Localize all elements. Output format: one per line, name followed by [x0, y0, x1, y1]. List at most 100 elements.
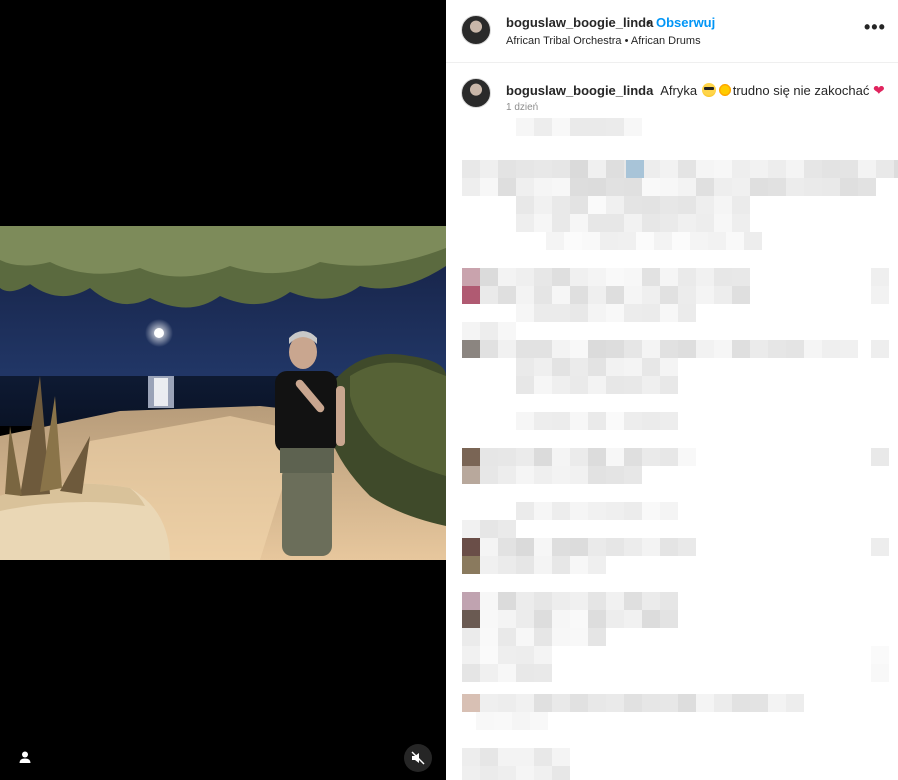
pixel-block — [678, 214, 696, 232]
pixel-block — [871, 664, 889, 682]
pixel-block — [624, 592, 642, 610]
pixel-block — [570, 466, 588, 484]
follow-button[interactable]: Obserwuj — [656, 15, 715, 30]
pixel-block — [606, 610, 624, 628]
pixel-block — [570, 412, 588, 430]
pixel-block — [606, 304, 624, 322]
pixel-block — [588, 412, 606, 430]
pixel-block — [534, 268, 552, 286]
pixel-block — [498, 448, 516, 466]
pixel-block — [480, 448, 498, 466]
pixel-block — [606, 376, 624, 394]
pixel-block — [660, 376, 678, 394]
pixel-block — [494, 712, 512, 730]
pixel-block — [516, 412, 534, 430]
pixel-block — [462, 340, 480, 358]
pixel-block — [642, 160, 660, 178]
pixel-block — [462, 268, 480, 286]
pixel-block — [768, 178, 786, 196]
caption-username[interactable]: boguslaw_boogie_linda — [506, 83, 653, 98]
pixel-block — [534, 448, 552, 466]
pixel-block — [744, 232, 762, 250]
pixel-block — [552, 358, 570, 376]
pixel-block — [570, 178, 588, 196]
pixel-block — [588, 178, 606, 196]
pixel-block — [714, 268, 732, 286]
pixel-block — [678, 538, 696, 556]
pixel-block — [534, 556, 552, 574]
pixel-block — [480, 520, 498, 538]
pixel-block — [498, 322, 516, 340]
pixel-block — [588, 448, 606, 466]
pixel-block — [570, 118, 588, 136]
pixel-block — [516, 358, 534, 376]
pixel-block — [570, 286, 588, 304]
pixel-block — [750, 160, 768, 178]
pixel-block — [498, 178, 516, 196]
pixel-block — [534, 214, 552, 232]
pixel-block — [678, 196, 696, 214]
pixel-block — [480, 628, 498, 646]
pixel-block — [480, 538, 498, 556]
pixel-block — [642, 214, 660, 232]
pixel-block — [480, 286, 498, 304]
pixel-block — [516, 694, 534, 712]
pixel-block — [462, 664, 480, 682]
pixel-block — [534, 610, 552, 628]
pixel-block — [606, 592, 624, 610]
pixel-block — [516, 664, 534, 682]
pixel-block — [570, 694, 588, 712]
caption-text-part1: Afryka — [660, 83, 697, 98]
pixel-block — [462, 628, 480, 646]
pixel-block — [462, 538, 480, 556]
audio-track-link[interactable]: African Tribal Orchestra • African Drums — [506, 35, 701, 47]
pixel-block — [606, 448, 624, 466]
pixel-block — [660, 448, 678, 466]
more-options-icon[interactable]: ••• — [864, 18, 886, 36]
post-media[interactable] — [0, 0, 446, 780]
pixel-block — [660, 412, 678, 430]
pixel-block — [552, 118, 570, 136]
pixel-block — [606, 160, 624, 178]
pixel-block — [732, 268, 750, 286]
pixel-block — [732, 286, 750, 304]
pixel-block — [588, 340, 606, 358]
pixel-block — [516, 448, 534, 466]
pixel-block — [642, 196, 660, 214]
pixel-block — [768, 160, 786, 178]
pixel-block — [516, 160, 534, 178]
pixel-block — [588, 160, 606, 178]
pixel-block — [534, 766, 552, 780]
pixel-block — [570, 502, 588, 520]
pixel-block — [678, 340, 696, 358]
pixel-block — [624, 304, 642, 322]
pixel-block — [588, 376, 606, 394]
pixel-block — [552, 556, 570, 574]
pixel-block — [678, 694, 696, 712]
user-tag-icon[interactable] — [12, 744, 38, 770]
pixel-block — [582, 232, 600, 250]
pixel-block — [570, 376, 588, 394]
pixel-block — [552, 748, 570, 766]
pixel-block — [534, 196, 552, 214]
pixel-block — [462, 322, 480, 340]
avatar[interactable] — [461, 15, 491, 45]
pixel-block — [570, 214, 588, 232]
pixel-block — [498, 610, 516, 628]
muted-speaker-icon[interactable] — [404, 744, 432, 772]
pixel-block — [732, 214, 750, 232]
red-heart-icon: ❤ — [873, 82, 885, 98]
pixel-block — [642, 412, 660, 430]
pixel-block — [732, 694, 750, 712]
pixel-block — [588, 304, 606, 322]
pixel-block — [480, 592, 498, 610]
pixel-block — [462, 466, 480, 484]
pixel-block — [750, 694, 768, 712]
pixel-block — [552, 268, 570, 286]
header-username[interactable]: boguslaw_boogie_linda — [506, 15, 653, 30]
pixel-block — [660, 358, 678, 376]
pixel-block — [786, 340, 804, 358]
pixel-block — [642, 448, 660, 466]
pixel-block — [660, 268, 678, 286]
pixel-block — [660, 160, 678, 178]
